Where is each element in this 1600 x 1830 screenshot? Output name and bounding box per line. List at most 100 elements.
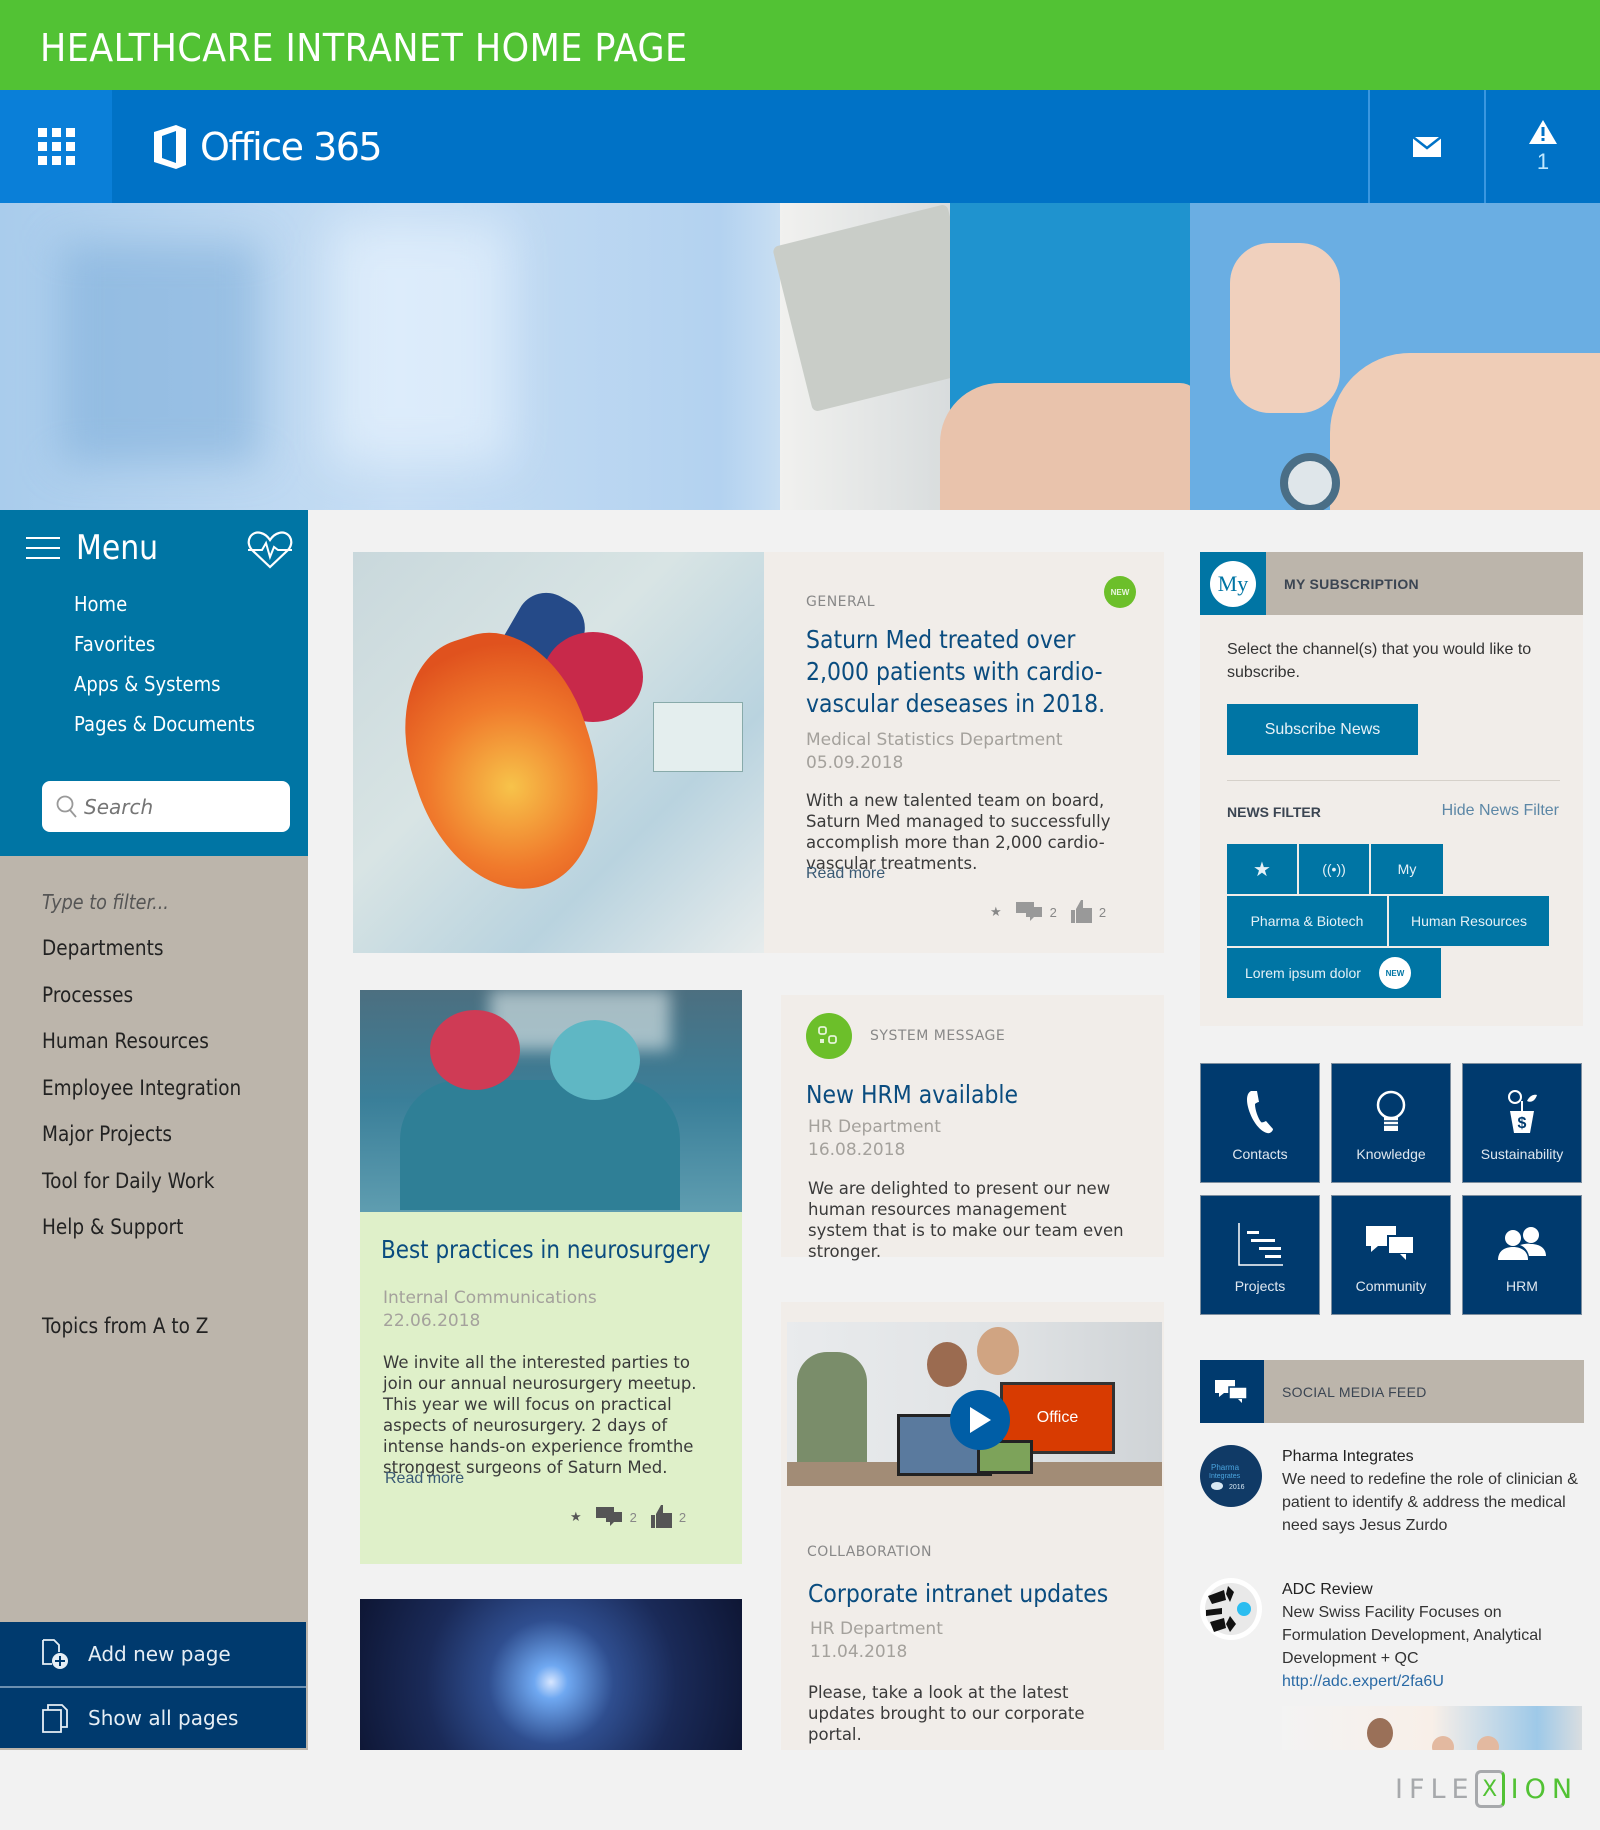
topics-a-to-z-link[interactable]: Topics from A to Z [42,1314,208,1338]
news-department: Internal Communications [383,1288,597,1308]
tile-label: Community [1355,1278,1427,1294]
comments-button[interactable]: 2 [1015,902,1057,922]
topic-human-resources[interactable]: Human Resources [42,1029,241,1076]
star-icon: ★ [1253,858,1271,881]
my-subscription-panel: My MY SUBSCRIPTION Select the channel(s)… [1200,552,1583,1026]
tile-hrm[interactable]: HRM [1462,1195,1582,1315]
news-body: We invite all the interested parties to … [383,1353,697,1477]
page-title: HEALTHCARE INTRANET HOME PAGE [40,26,688,70]
tile-community[interactable]: Community [1331,1195,1451,1315]
news-title[interactable]: New HRM available [806,1079,1114,1111]
post-link[interactable]: http://adc.expert/2fa6U [1282,1673,1444,1690]
topic-major-projects[interactable]: Major Projects [42,1122,241,1169]
nav-apps-systems[interactable]: Apps & Systems [74,670,255,710]
add-new-page-button[interactable]: Add new page [0,1622,306,1686]
read-more-link[interactable]: Read more [806,865,885,883]
post-text: New Swiss Facility Focuses on Formulatio… [1282,1604,1542,1667]
subscribe-news-button[interactable]: Subscribe News [1227,704,1418,755]
search-icon [56,795,77,818]
like-button[interactable]: 2 [1070,900,1107,924]
news-card-system-message: SYSTEM MESSAGE New HRM available HR Depa… [781,995,1164,1261]
comments-button[interactable]: 2 [595,1507,637,1527]
post-author[interactable]: ADC Review [1282,1578,1582,1601]
filter-tag-lorem-ipsum[interactable]: Lorem ipsum dolor NEW [1227,948,1443,1000]
alerts-button[interactable]: 1 [1484,90,1600,203]
filter-tag-human-resources[interactable]: Human Resources [1389,896,1551,948]
social-media-feed: SOCIAL MEDIA FEED Pharma Integrates 2016 P… [1200,1360,1584,1750]
topic-processes[interactable]: Processes [42,983,241,1030]
chat-bubbles-icon [1366,1226,1415,1260]
topic-departments[interactable]: Departments [42,936,241,983]
heartbeat-icon[interactable] [246,530,294,570]
social-post[interactable]: Pharma Integrates 2016 Pharma Integrates W… [1200,1445,1582,1537]
mail-button[interactable] [1368,90,1484,203]
filter-tag-broadcast[interactable]: ((•)) [1299,844,1371,896]
news-image-neuron[interactable] [360,1599,742,1750]
news-title[interactable]: Saturn Med treated over 2,000 patients w… [806,624,1114,720]
news-image-heart[interactable] [353,552,764,953]
tile-contacts[interactable]: Contacts [1200,1063,1320,1183]
o365-suite-bar: Office 365 1 [0,90,1600,203]
broadcast-icon: ((•)) [1322,861,1346,877]
lightbulb-icon [1376,1090,1406,1131]
news-title[interactable]: Best practices in neurosurgery [381,1234,716,1266]
nav-favorites[interactable]: Favorites [74,630,255,670]
sidebar: Menu Home Favorites Apps & Systems Pages… [0,510,308,1750]
news-category: GENERAL [806,594,876,610]
post-author[interactable]: Pharma Integrates [1282,1445,1582,1468]
topic-filter: Type to filter... Departments Processes … [42,890,268,1262]
top-banner: HEALTHCARE INTRANET HOME PAGE [0,0,1600,90]
filter-tag-my[interactable]: My [1371,844,1445,896]
topic-help-support[interactable]: Help & Support [42,1215,241,1262]
news-title[interactable]: Corporate intranet updates [808,1578,1125,1610]
news-image-surgery[interactable] [360,990,742,1212]
news-date: 11.04.2018 [810,1642,908,1662]
search-input[interactable] [84,794,274,819]
social-post[interactable]: ADC Review New Swiss Facility Focuses on… [1200,1578,1582,1693]
nav-home[interactable]: Home [74,590,255,630]
play-button[interactable] [950,1390,1010,1450]
favorite-star-icon[interactable]: ★ [990,904,1002,920]
nav-pages-documents[interactable]: Pages & Documents [74,710,255,750]
menu-panel: Menu Home Favorites Apps & Systems Pages… [0,510,308,856]
phone-icon [1247,1091,1273,1134]
hide-news-filter-link[interactable]: Hide News Filter [1442,802,1559,820]
avatar: Pharma Integrates 2016 [1200,1445,1262,1507]
office365-logo[interactable]: Office 365 [150,124,383,170]
filter-tag-label: Pharma & Biotech [1250,913,1364,929]
tile-label: Contacts [1232,1146,1288,1162]
add-new-page-label: Add new page [88,1642,231,1666]
comments-icon [595,1507,622,1526]
app-launcher-button[interactable] [0,90,112,203]
logo-text-right: ION [1510,1773,1579,1805]
favorite-star-icon[interactable]: ★ [570,1509,582,1525]
video-thumbnail[interactable]: Office [787,1322,1162,1486]
tile-projects[interactable]: Projects [1200,1195,1320,1315]
read-more-link[interactable]: Read more [385,1470,464,1488]
menu-toggle[interactable]: Menu [26,528,169,568]
pages-icon [42,1704,68,1733]
news-body: Please, take a look at the latest update… [808,1683,1085,1744]
tile-knowledge[interactable]: Knowledge [1331,1063,1451,1183]
social-title: SOCIAL MEDIA FEED [1282,1383,1427,1400]
avatar [1200,1578,1262,1640]
my-icon: My [1210,560,1256,607]
news-department: HR Department [808,1117,941,1137]
topic-filter-input[interactable]: Type to filter... [42,890,241,936]
page-actions: Add new page Show all pages [0,1622,306,1748]
like-count: 2 [1098,904,1107,920]
warning-triangle-icon [1529,119,1557,144]
tile-label: HRM [1506,1278,1538,1294]
post-image[interactable] [1282,1706,1582,1750]
topic-employee-integration[interactable]: Employee Integration [42,1076,241,1123]
news-filter-tags: ★ ((•)) My Pharma & Biotech Human Resour… [1227,844,1567,1000]
filter-tag-pharma-biotech[interactable]: Pharma & Biotech [1227,896,1389,948]
show-all-pages-button[interactable]: Show all pages [0,1686,306,1748]
topic-tool-daily-work[interactable]: Tool for Daily Work [42,1169,241,1216]
tile-sustainability[interactable]: $ Sustainability [1462,1063,1582,1183]
filter-tag-favorites[interactable]: ★ [1227,844,1299,896]
like-button[interactable]: 2 [650,1505,686,1529]
people-icon [1498,1227,1546,1260]
office365-brand: Office 365 [200,125,383,169]
comments-icon [1015,902,1042,921]
